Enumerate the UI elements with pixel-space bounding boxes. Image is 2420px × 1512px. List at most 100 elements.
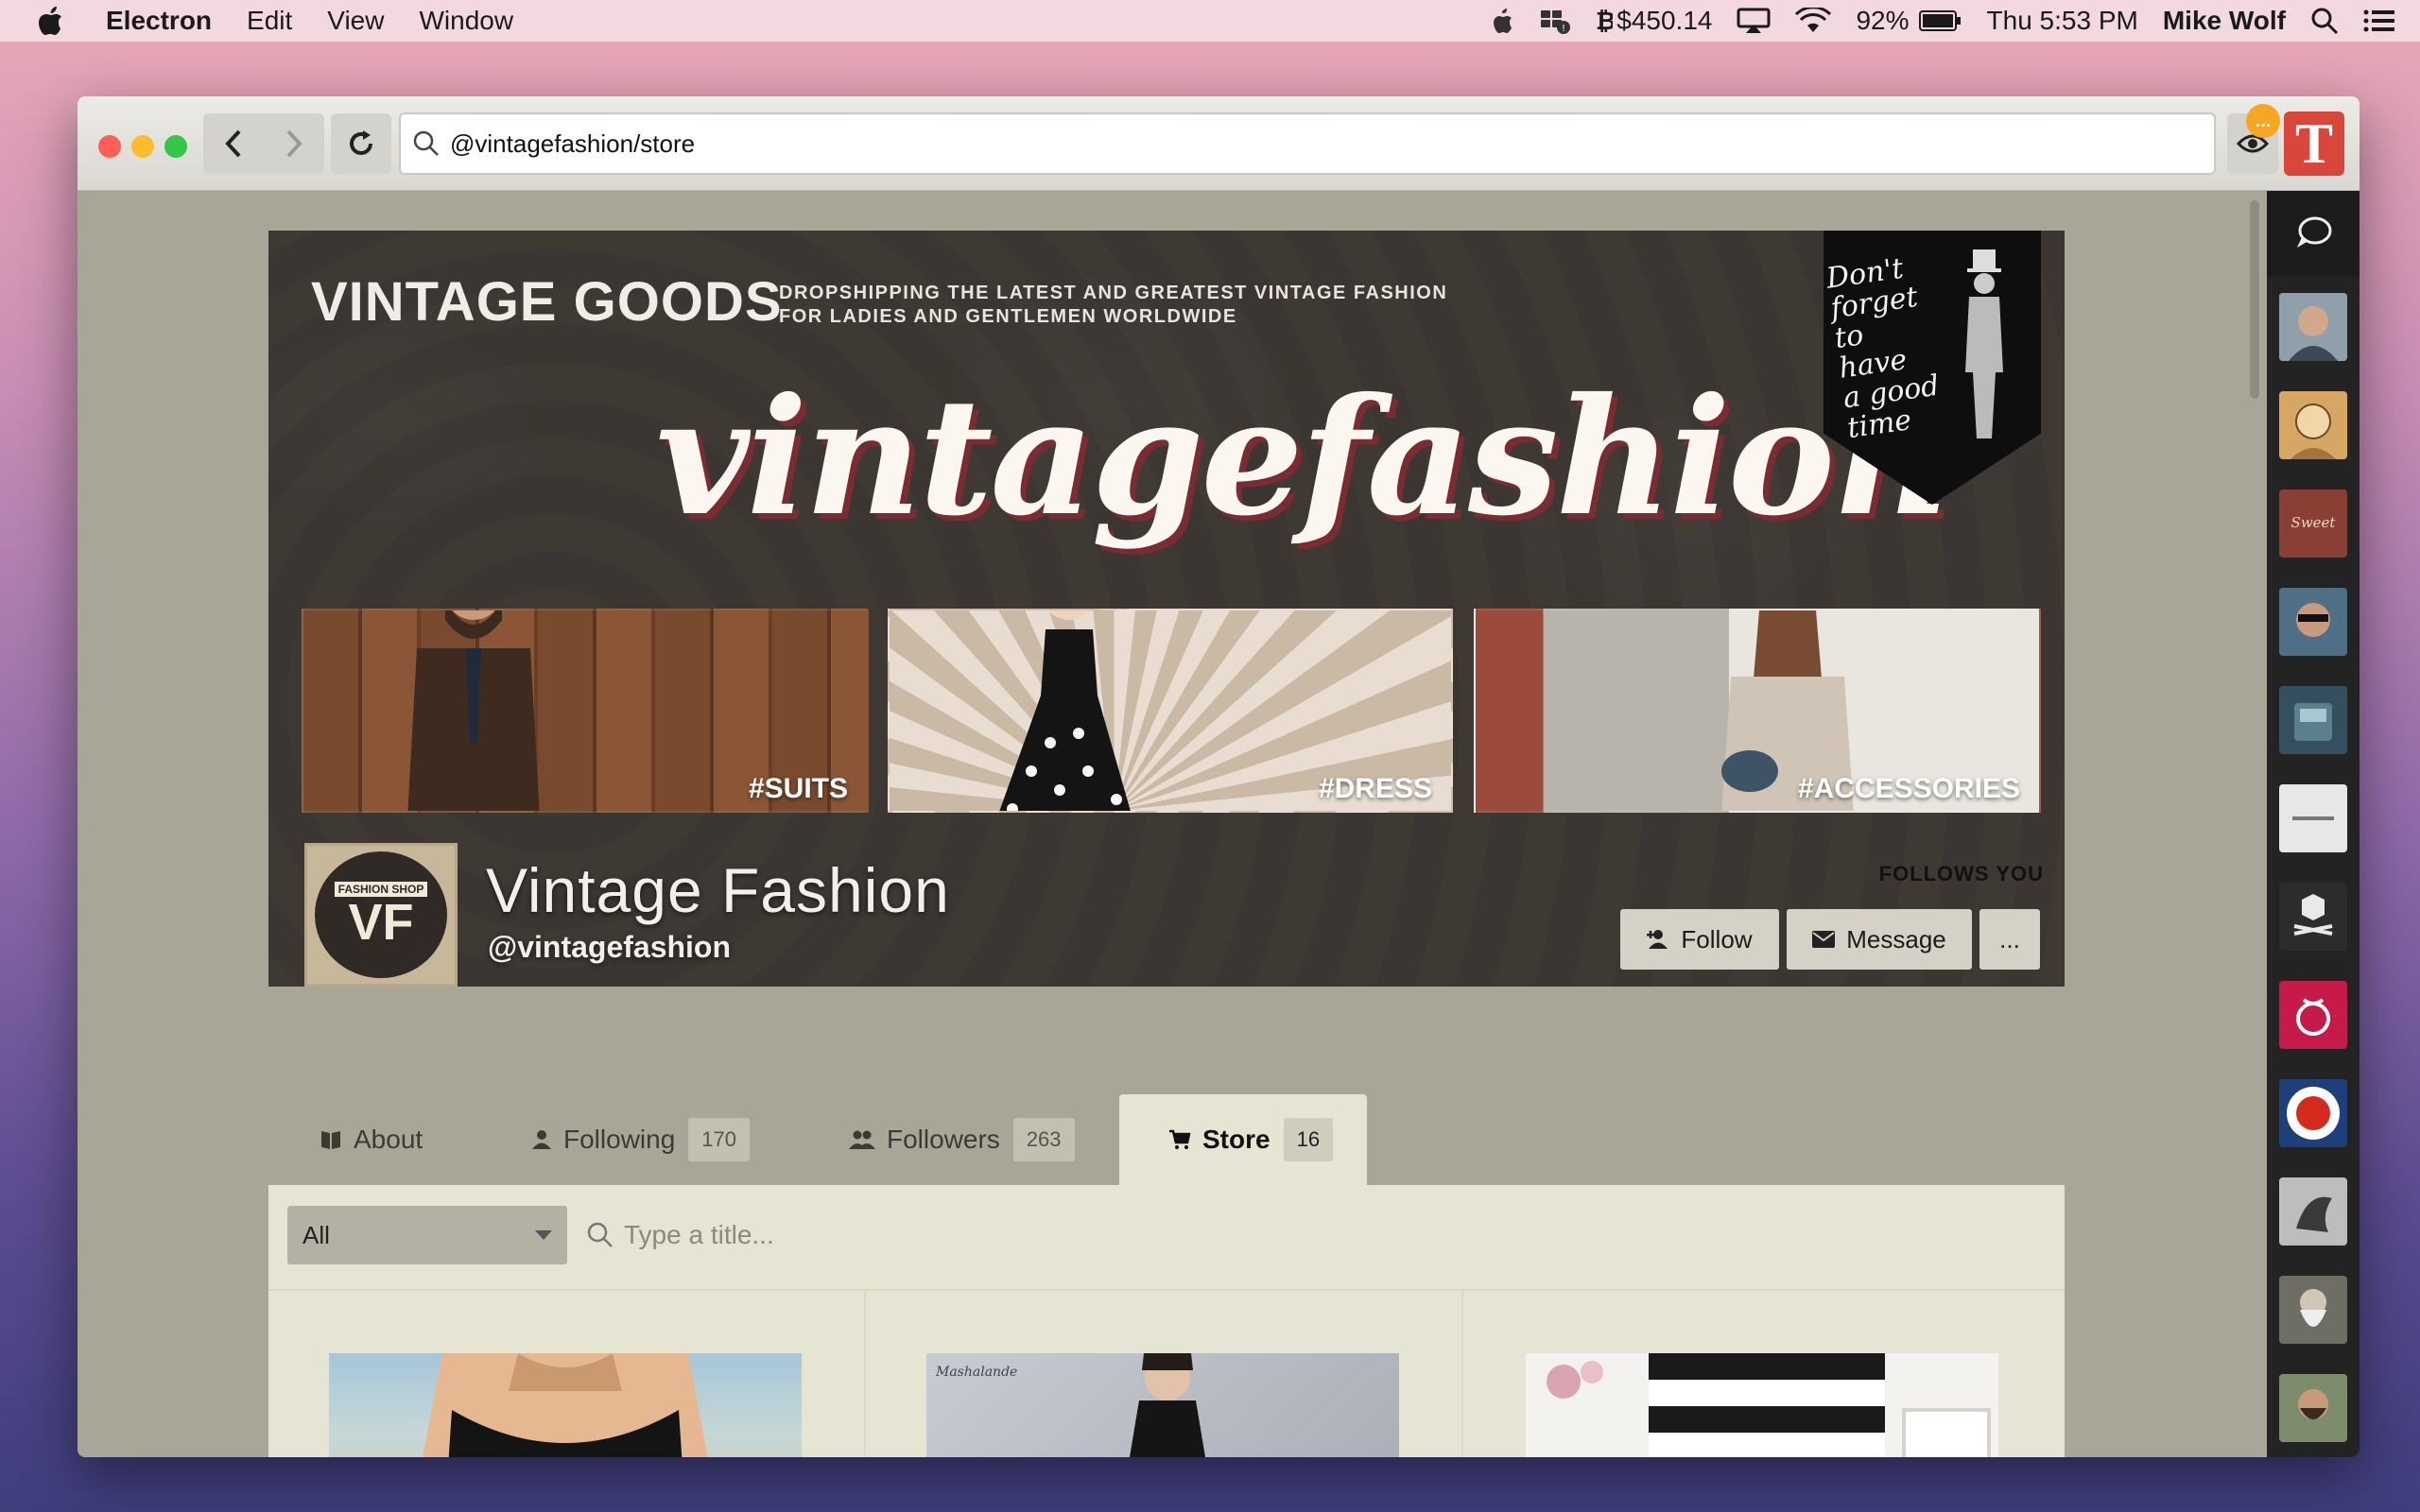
scrollbar[interactable] xyxy=(2248,195,2261,516)
tab-store[interactable]: Store 16 xyxy=(1119,1094,1367,1185)
main-content: VINTAGE GOODS DROPSHIPPING THE LATEST AN… xyxy=(78,191,2248,1457)
profile-avatar[interactable]: FASHION SHOP VF xyxy=(304,843,458,987)
store-filter-bar: All Type a title... xyxy=(268,1185,2065,1289)
dropbox-sync-icon[interactable]: ! xyxy=(1539,7,1571,35)
battery-percent[interactable]: 92% xyxy=(1856,6,1909,36)
profile-name: Vintage Fashion xyxy=(486,855,950,925)
avatar-sweet-express[interactable]: Sweet xyxy=(2279,490,2347,558)
store-grid: Mashalande xyxy=(268,1289,2065,1457)
app-logo[interactable]: T xyxy=(2284,112,2344,176)
avatar-store-logo[interactable] xyxy=(2279,784,2347,852)
apple-status-icon[interactable] xyxy=(1492,7,1514,35)
back-button[interactable] xyxy=(203,113,264,174)
apple-icon[interactable] xyxy=(38,4,68,38)
avatar-bird[interactable] xyxy=(2279,1177,2347,1246)
avatar-man[interactable] xyxy=(2279,293,2347,361)
wifi-icon[interactable] xyxy=(1795,8,1832,34)
url-text: @vintagefashion/store xyxy=(450,129,696,158)
profile-banner: VINTAGE GOODS DROPSHIPPING THE LATEST AN… xyxy=(268,231,2065,987)
category-select[interactable]: All xyxy=(287,1206,567,1264)
avatar-crossbones[interactable] xyxy=(2279,883,2347,951)
contacts-sidebar: Sweet xyxy=(2267,191,2360,1457)
avatar-roundel[interactable] xyxy=(2279,1079,2347,1147)
search-icon xyxy=(412,129,441,158)
menu-app-name[interactable]: Electron xyxy=(106,6,212,36)
gentleman-illustration xyxy=(1965,249,2003,438)
close-window-button[interactable] xyxy=(98,135,121,158)
svg-text:!: ! xyxy=(1562,24,1565,34)
photo-suits[interactable]: #SUITS xyxy=(302,609,869,813)
users-icon xyxy=(849,1129,875,1150)
avatar-badge: FASHION SHOP VF xyxy=(315,851,447,978)
product-image-black-top xyxy=(423,1353,708,1457)
woman-in-dress-illustration xyxy=(999,610,1131,811)
cart-icon xyxy=(1168,1129,1191,1150)
message-button[interactable]: Message xyxy=(1787,909,1972,970)
svg-text:₿: ₿ xyxy=(1596,8,1613,34)
battery-icon[interactable] xyxy=(1918,9,1962,32)
menu-bar: Electron Edit View Window ! ₿ $450.14 92… xyxy=(0,0,2420,42)
scrollbar-thumb[interactable] xyxy=(2250,200,2259,399)
btc-price: $450.14 xyxy=(1616,6,1713,35)
photo-dress[interactable]: #DRESS xyxy=(888,609,1453,813)
btc-ticker[interactable]: ₿ $450.14 xyxy=(1596,6,1712,36)
clock[interactable]: Thu 5:53 PM xyxy=(1987,6,2138,36)
avatar-raspberry-pi[interactable] xyxy=(2279,981,2347,1049)
envelope-icon xyxy=(1812,931,1836,948)
tagline-line-1: DROPSHIPPING THE LATEST AND GREATEST VIN… xyxy=(779,283,1448,303)
more-options-button[interactable]: ... xyxy=(1979,909,2040,970)
menu-window[interactable]: Window xyxy=(419,6,513,36)
menu-view[interactable]: View xyxy=(327,6,384,36)
photo-accessories[interactable]: #ACCESSORIES xyxy=(1474,609,2041,813)
history-nav xyxy=(203,113,324,174)
url-bar[interactable]: @vintagefashion/store xyxy=(399,112,2216,175)
avatar-bearded[interactable] xyxy=(2279,1374,2347,1442)
category-selected: All xyxy=(302,1220,330,1249)
user-name[interactable]: Mike Wolf xyxy=(2163,6,2286,36)
avatar-train[interactable] xyxy=(2279,686,2347,754)
avatar-sketch[interactable] xyxy=(2279,391,2347,459)
forward-button[interactable] xyxy=(264,113,324,174)
product-card[interactable] xyxy=(329,1353,802,1457)
tab-followers[interactable]: Followers 263 xyxy=(849,1094,1075,1185)
tab-store-label: Store xyxy=(1202,1125,1270,1154)
chat-button[interactable] xyxy=(2267,191,2360,276)
store-count: 16 xyxy=(1283,1118,1334,1161)
search-icon xyxy=(586,1221,614,1249)
title-search-input[interactable]: Type a title... xyxy=(586,1206,1248,1264)
reload-button[interactable] xyxy=(331,113,391,174)
notification-badge[interactable]: ... xyxy=(2246,104,2280,138)
product-card[interactable] xyxy=(1526,1353,1998,1457)
avatar-sunglasses[interactable] xyxy=(2279,588,2347,656)
product-image-striped-dress xyxy=(1547,1353,1991,1457)
tab-following-label: Following xyxy=(563,1125,676,1154)
zoom-window-button[interactable] xyxy=(164,135,187,158)
airplay-icon[interactable] xyxy=(1737,8,1771,34)
following-count: 170 xyxy=(688,1118,750,1161)
svg-text:Sweet: Sweet xyxy=(2291,514,2337,531)
tab-followers-label: Followers xyxy=(887,1125,1000,1154)
man-in-suit-illustration xyxy=(407,610,540,811)
profile-tabs: About Following 170 Followers 263 Store … xyxy=(268,1081,2065,1185)
follow-label: Follow xyxy=(1681,924,1753,954)
tag-accessories: #ACCESSORIES xyxy=(1797,773,2020,804)
toolbar: @vintagefashion/store ... T xyxy=(78,96,2360,191)
product-card[interactable]: Mashalande xyxy=(926,1353,1399,1457)
tab-following[interactable]: Following 170 xyxy=(531,1094,750,1185)
tab-about[interactable]: About xyxy=(320,1094,423,1185)
minimize-window-button[interactable] xyxy=(131,135,154,158)
menu-edit[interactable]: Edit xyxy=(247,6,292,36)
title-search-placeholder: Type a title... xyxy=(624,1220,774,1249)
add-user-icon xyxy=(1647,929,1669,950)
profile-handle[interactable]: @vintagefashion xyxy=(488,930,731,965)
follows-you-label: FOLLOWS YOU xyxy=(1878,862,2044,885)
brand-title: VINTAGE GOODS xyxy=(311,271,783,333)
followers-count: 263 xyxy=(1012,1118,1075,1161)
book-icon xyxy=(320,1129,342,1150)
notification-center-icon[interactable] xyxy=(2363,9,2395,33)
avatar-darwin[interactable] xyxy=(2279,1276,2347,1344)
spotlight-search-icon[interactable] xyxy=(2310,7,2339,35)
script-title: vintagefashion xyxy=(656,363,1949,552)
follow-button[interactable]: Follow xyxy=(1620,909,1779,970)
brand-watermark: Mashalande xyxy=(935,1365,1017,1380)
